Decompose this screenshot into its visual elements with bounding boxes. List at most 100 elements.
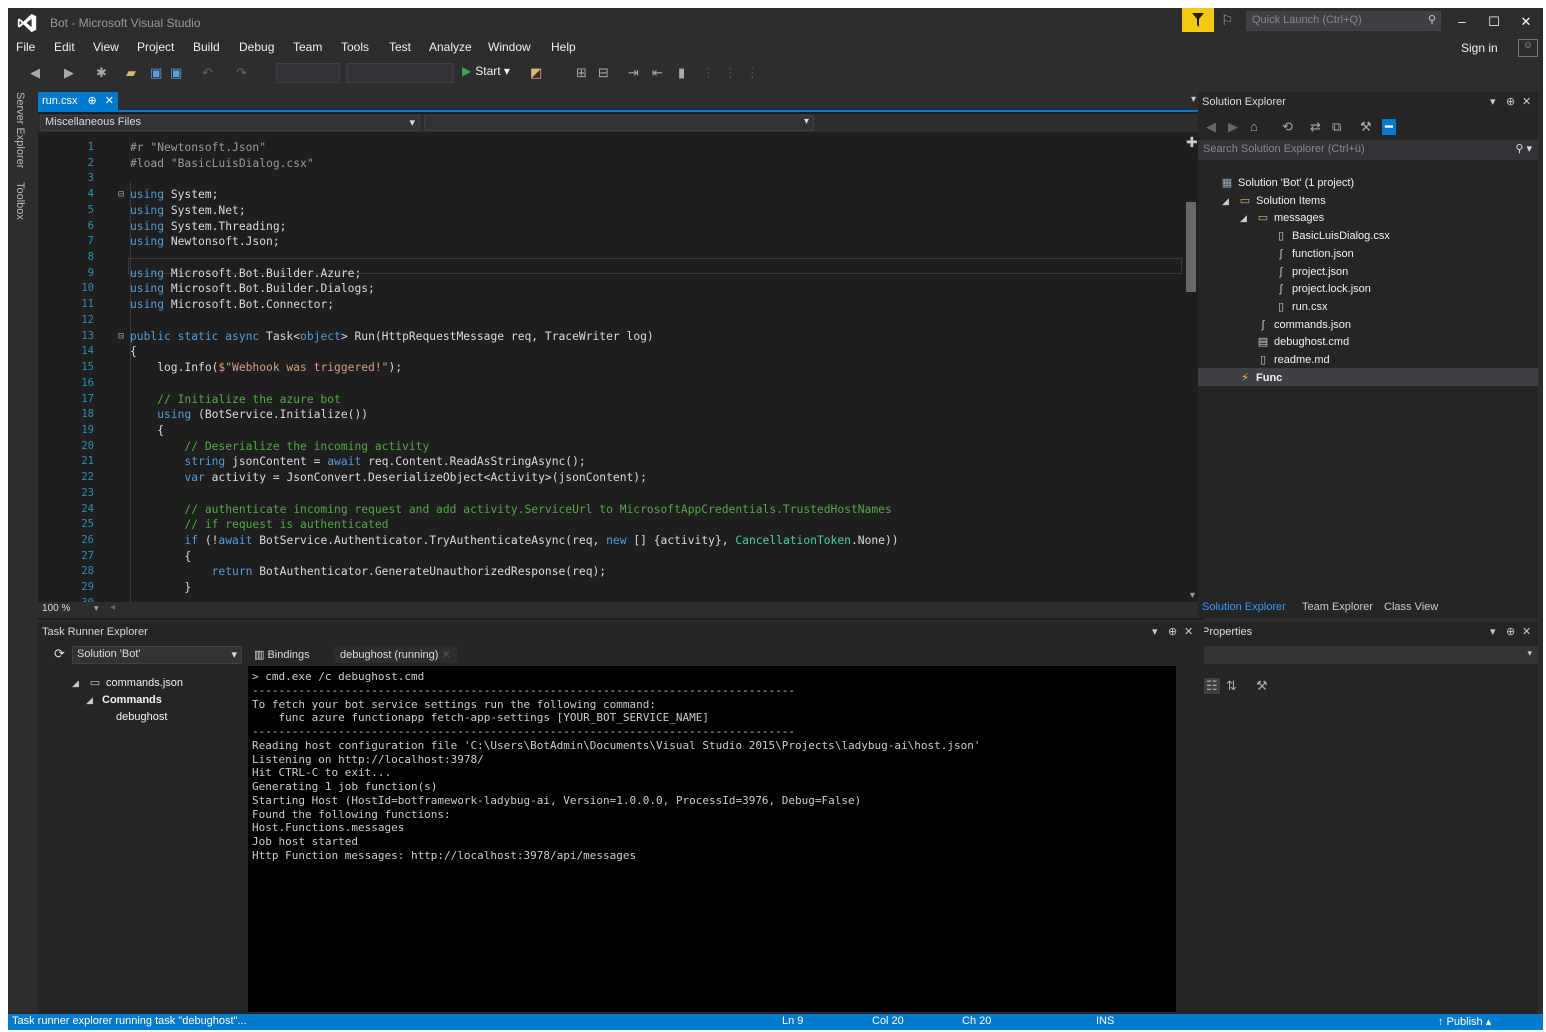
tree-item[interactable]: ▯ readme.md xyxy=(1256,351,1330,369)
close-panel-icon[interactable]: ✕ xyxy=(1184,625,1193,638)
account-icon[interactable]: ☺ xyxy=(1518,39,1538,57)
home-icon[interactable]: ⌂ xyxy=(1250,119,1258,134)
alphabetical-icon[interactable]: ⇅ xyxy=(1226,678,1237,694)
notifications-flag[interactable] xyxy=(1182,8,1214,32)
open-file-icon[interactable]: ▰ xyxy=(126,65,136,81)
minimize-button[interactable]: ‒ xyxy=(1449,12,1475,32)
outdent-icon[interactable]: ⇤ xyxy=(652,65,663,81)
expand-arrow-icon[interactable]: ◢ xyxy=(86,691,93,709)
redo-icon[interactable]: ↷ xyxy=(236,65,247,81)
close-tab-icon[interactable]: ✕ xyxy=(105,95,114,107)
close-button[interactable]: ✕ xyxy=(1513,12,1539,32)
menu-file[interactable]: File xyxy=(16,40,35,54)
close-tab-icon[interactable]: ✕ xyxy=(442,649,451,661)
split-icon[interactable]: ✚ xyxy=(1186,134,1198,151)
menu-project[interactable]: Project xyxy=(137,40,174,54)
tree-item[interactable]: ◢ ▭ messages xyxy=(1240,209,1324,227)
menu-analyze[interactable]: Analyze xyxy=(429,40,472,54)
menu-team[interactable]: Team xyxy=(293,40,322,54)
code-text-area[interactable]: 1 #r "Newtonsoft.Json" 2 #load "BasicLuisDi… xyxy=(38,134,1182,602)
properties-object-select[interactable]: ▾ xyxy=(1198,646,1538,664)
tree-item[interactable]: ▦ Solution 'Bot' (1 project) xyxy=(1220,174,1354,192)
solution-view-icon[interactable]: ⊟ xyxy=(598,65,609,81)
task-tree-item[interactable]: debughost xyxy=(116,708,167,726)
solution-configuration-select[interactable] xyxy=(276,63,340,83)
close-panel-icon[interactable]: ✕ xyxy=(1522,95,1531,108)
tab-run-csx[interactable]: run.csx ⊕ ✕ xyxy=(38,92,118,110)
quick-launch-input[interactable]: Quick Launch (Ctrl+Q) ⚲ xyxy=(1246,11,1441,31)
tab-bindings[interactable]: ▥ Bindings xyxy=(254,648,310,661)
menu-tools[interactable]: Tools xyxy=(341,40,369,54)
save-icon[interactable]: ▣ xyxy=(150,65,162,81)
window-position-icon[interactable]: ▾ xyxy=(1152,625,1158,638)
tree-item[interactable]: ʃ project.lock.json xyxy=(1274,280,1371,298)
auto-hide-pin-icon[interactable]: ⊕ xyxy=(1168,625,1177,638)
scroll-left-icon[interactable]: ◂ xyxy=(110,602,115,613)
preview-selected-icon[interactable]: ━ xyxy=(1382,119,1396,135)
collapse-region-icon[interactable]: ⊟ xyxy=(118,329,124,345)
task-tree-item[interactable]: ◢ Commands xyxy=(86,691,162,709)
tab-class-view[interactable]: Class View xyxy=(1384,601,1438,613)
toolbox-tab[interactable]: Toolbox xyxy=(14,182,26,220)
solution-search-input[interactable]: Search Solution Explorer (Ctrl+ü) ⚲ ▾ xyxy=(1198,140,1538,160)
pin-icon[interactable]: ⊕ xyxy=(87,95,96,107)
tree-item[interactable]: ʃ project.json xyxy=(1274,263,1349,281)
publish-button[interactable]: ↑ Publish ▴ xyxy=(1438,1015,1491,1028)
start-debugging-button[interactable]: ▶ Start ▾ xyxy=(462,64,510,78)
tab-solution-explorer[interactable]: Solution Explorer xyxy=(1202,601,1286,613)
property-pages-icon[interactable]: ⚒ xyxy=(1256,678,1268,694)
auto-hide-pin-icon[interactable]: ⊕ xyxy=(1506,625,1515,638)
maximize-button[interactable]: ☐ xyxy=(1481,12,1507,32)
window-position-icon[interactable]: ▾ xyxy=(1490,625,1496,638)
back-icon[interactable]: ◀ xyxy=(30,65,40,81)
new-project-icon[interactable]: ✱ xyxy=(96,65,107,81)
window-position-icon[interactable]: ▾ xyxy=(1490,95,1496,108)
undo-icon[interactable]: ↶ xyxy=(202,65,213,81)
refresh-icon[interactable]: ⟳ xyxy=(54,646,65,662)
prev-bookmark-icon[interactable]: ⋮ xyxy=(702,65,715,81)
tree-item[interactable]: ▯ BasicLuisDialog.csx xyxy=(1274,227,1390,245)
close-panel-icon[interactable]: ✕ xyxy=(1522,625,1531,638)
zoom-level[interactable]: 100 % xyxy=(42,603,70,614)
scroll-down-icon[interactable]: ▼ xyxy=(1188,590,1197,600)
expand-arrow-icon[interactable]: ◢ xyxy=(72,674,79,692)
console-scrollbar[interactable] xyxy=(1178,666,1202,1012)
properties-wrench-icon[interactable]: ⚒ xyxy=(1360,119,1372,135)
solution-select[interactable]: Solution 'Bot' ▾ xyxy=(72,646,242,664)
send-feedback-icon[interactable]: ⚐ xyxy=(1221,12,1239,30)
collapse-all-icon[interactable]: ⧉ xyxy=(1332,119,1341,135)
auto-hide-pin-icon[interactable]: ⊕ xyxy=(1506,95,1515,108)
pending-changes-icon[interactable]: ⇄ xyxy=(1310,119,1321,135)
member-select[interactable]: ▾ xyxy=(424,115,814,131)
clear-bookmarks-icon[interactable]: ⋮ xyxy=(746,65,759,81)
tree-item[interactable]: ▤ debughost.cmd xyxy=(1256,333,1349,351)
menu-help[interactable]: Help xyxy=(551,40,576,54)
indent-icon[interactable]: ⇥ xyxy=(628,65,639,81)
next-bookmark-icon[interactable]: ⋮ xyxy=(724,65,737,81)
editor-scroll-thumb[interactable] xyxy=(1186,202,1196,292)
tree-item[interactable]: ⚡ Func xyxy=(1238,369,1282,387)
tree-item[interactable]: ◢ ▭ Solution Items xyxy=(1222,192,1326,210)
solution-platform-select[interactable] xyxy=(346,63,454,83)
browser-link-icon[interactable]: ◩ xyxy=(530,65,542,81)
menu-window[interactable]: Window xyxy=(488,40,531,54)
expand-arrow-icon[interactable]: ◢ xyxy=(1222,192,1229,210)
tree-item[interactable]: ▯ run.csx xyxy=(1274,298,1328,316)
sign-in-link[interactable]: Sign in xyxy=(1461,41,1498,55)
tab-team-explorer[interactable]: Team Explorer xyxy=(1302,601,1373,613)
menu-view[interactable]: View xyxy=(93,40,119,54)
tab-debughost[interactable]: debughost (running) ✕ xyxy=(334,646,457,663)
collapse-region-icon[interactable]: ⊟ xyxy=(118,187,124,203)
categorized-icon[interactable]: ☷ xyxy=(1204,678,1220,694)
menu-edit[interactable]: Edit xyxy=(54,40,75,54)
back-icon[interactable]: ◀ xyxy=(1206,119,1216,135)
save-all-icon[interactable]: ▣ xyxy=(170,65,182,81)
tree-item[interactable]: ʃ commands.json xyxy=(1256,316,1351,334)
server-explorer-tab[interactable]: Server Explorer xyxy=(14,92,26,168)
tab-dropdown-icon[interactable]: ▾ xyxy=(1191,94,1196,105)
expand-arrow-icon[interactable]: ◢ xyxy=(1240,209,1247,227)
find-in-files-icon[interactable]: ⊞ xyxy=(576,65,587,81)
menu-test[interactable]: Test xyxy=(389,40,411,54)
sync-icon[interactable]: ⟲ xyxy=(1282,119,1293,135)
menu-debug[interactable]: Debug xyxy=(239,40,274,54)
